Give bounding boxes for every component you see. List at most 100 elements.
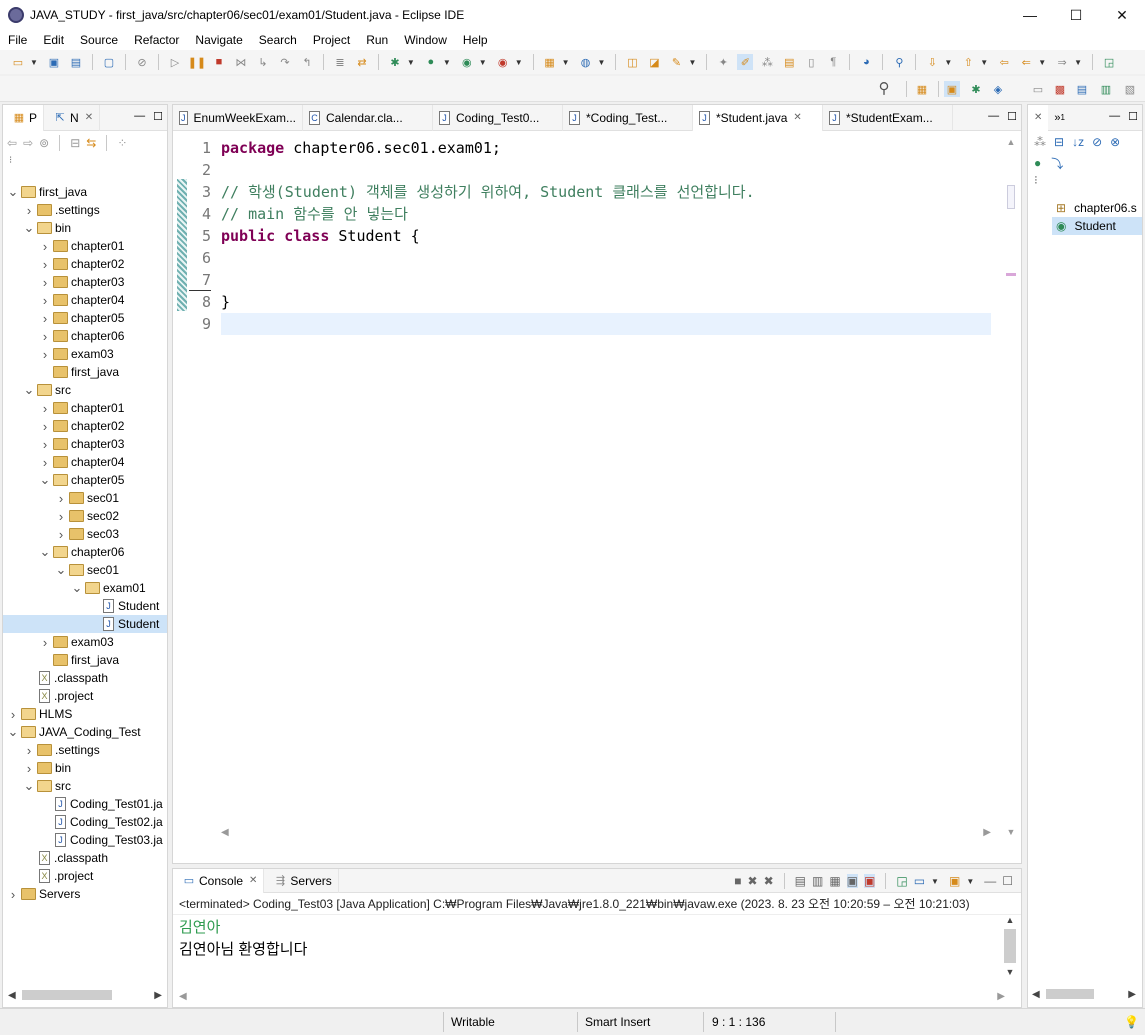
show-whitespace-icon[interactable]: ⁂ xyxy=(759,54,775,70)
tree-item[interactable]: › sec03 xyxy=(3,525,167,543)
chevron-right-icon[interactable]: › xyxy=(7,887,19,902)
maximize-view-icon[interactable]: ☐ xyxy=(1002,874,1013,888)
tree-item[interactable]: first_java xyxy=(3,651,167,669)
hide-static-icon[interactable]: ⊗ xyxy=(1110,135,1120,149)
dropdown-arrow-icon[interactable]: ▼ xyxy=(944,58,952,67)
save-all-icon[interactable]: ▤ xyxy=(68,54,84,70)
word-wrap-icon[interactable]: ▦ xyxy=(829,874,840,888)
editor-tab[interactable]: J *StudentExam... xyxy=(823,104,953,131)
chevron-down-icon[interactable]: ⌄ xyxy=(7,724,19,740)
clear-console-icon[interactable]: ▤ xyxy=(795,874,806,888)
tree-item[interactable]: › chapter02 xyxy=(3,417,167,435)
dropdown-arrow-icon[interactable]: ▼ xyxy=(30,58,38,67)
tree-item[interactable]: › exam03 xyxy=(3,633,167,651)
disconnect-icon[interactable]: ⋈ xyxy=(233,54,249,70)
close-icon[interactable]: ✕ xyxy=(249,875,257,886)
dropdown-arrow-icon[interactable]: ▼ xyxy=(1074,58,1082,67)
tree-item[interactable]: › sec01 xyxy=(3,489,167,507)
search-tool-icon[interactable]: ✎ xyxy=(668,54,684,70)
tree-item[interactable]: › chapter01 xyxy=(3,237,167,255)
tree-item[interactable]: ⌄ first_java xyxy=(3,183,167,201)
chevron-right-icon[interactable]: › xyxy=(39,419,51,434)
open-perspective-icon[interactable]: ▦ xyxy=(914,81,930,97)
dropdown-arrow-icon[interactable]: ▼ xyxy=(443,58,451,67)
tab-outline[interactable]: ✕ xyxy=(1028,104,1049,131)
editor-tab[interactable]: J *Coding_Test... xyxy=(563,104,693,131)
tree-item[interactable]: › .settings xyxy=(3,741,167,759)
maximize-editor-icon[interactable]: ☐ xyxy=(1007,110,1017,123)
display-console-icon[interactable]: ▭ xyxy=(914,874,925,888)
scroll-up-icon[interactable]: ▲ xyxy=(1003,915,1017,925)
link-editor-icon[interactable]: ⇆ xyxy=(86,136,96,150)
scroll-right-icon[interactable]: ▶ xyxy=(983,827,991,838)
tree-item[interactable]: X .classpath xyxy=(3,849,167,867)
tree-item[interactable]: › Servers xyxy=(3,885,167,903)
tree-item[interactable]: › chapter03 xyxy=(3,435,167,453)
tree-item[interactable]: J Student xyxy=(3,615,167,633)
code-editor[interactable]: 1 2 3 4 5 6 7 8 9 package chapter06.sec01.exam01… xyxy=(173,131,1021,841)
tree-item[interactable]: › chapter04 xyxy=(3,453,167,471)
hide-local-types-icon[interactable]: ⤵ xyxy=(1051,155,1063,172)
editor-tab[interactable]: C Calendar.cla... xyxy=(303,104,433,131)
view-icon[interactable]: ▩ xyxy=(1052,81,1068,97)
refactor-icon[interactable]: ⇄ xyxy=(354,54,370,70)
close-button[interactable]: ✕ xyxy=(1099,0,1145,30)
tree-item[interactable]: › .settings xyxy=(3,201,167,219)
tab-overflow[interactable]: » 1 xyxy=(1048,105,1071,131)
hide-fields-icon[interactable]: ⊘ xyxy=(1092,135,1102,149)
back-icon[interactable]: ⇐ xyxy=(1018,54,1034,70)
editor-tab[interactable]: J Coding_Test0... xyxy=(433,104,563,131)
dropdown-arrow-icon[interactable]: ▼ xyxy=(407,58,415,67)
pin-icon[interactable]: ⚲ xyxy=(891,54,907,70)
menu-source[interactable]: Source xyxy=(72,33,126,47)
chevron-down-icon[interactable]: ⌄ xyxy=(23,220,35,236)
tree-item[interactable]: X .classpath xyxy=(3,669,167,687)
chevron-down-icon[interactable]: ⌄ xyxy=(39,544,51,560)
tree-item[interactable]: ⌄ bin xyxy=(3,219,167,237)
step-into-icon[interactable]: ↳ xyxy=(255,54,271,70)
chevron-down-icon[interactable]: ⌄ xyxy=(55,562,67,578)
scroll-down-icon[interactable]: ▼ xyxy=(1003,967,1017,977)
new-class-icon[interactable]: ◍ xyxy=(578,54,594,70)
tree-item[interactable]: ⌄ src xyxy=(3,381,167,399)
open-type-icon[interactable]: ◫ xyxy=(624,54,640,70)
tree-item[interactable]: › exam03 xyxy=(3,345,167,363)
step-over-icon[interactable]: ↷ xyxy=(277,54,293,70)
chevron-right-icon[interactable]: › xyxy=(39,239,51,254)
lightbulb-icon[interactable]: 💡 xyxy=(1124,1015,1139,1029)
skip-breakpoints-icon[interactable]: ⊘ xyxy=(134,54,150,70)
tree-item[interactable]: › chapter06 xyxy=(3,327,167,345)
dropdown-arrow-icon[interactable]: ▼ xyxy=(515,58,523,67)
chevron-right-icon[interactable]: › xyxy=(55,527,67,542)
pilcrow-icon[interactable]: ¶ xyxy=(825,54,841,70)
chevron-down-icon[interactable]: ⌄ xyxy=(23,778,35,794)
scroll-thumb[interactable] xyxy=(1045,989,1094,1000)
chevron-right-icon[interactable]: › xyxy=(39,635,51,650)
tree-item[interactable]: ⌄ chapter06 xyxy=(3,543,167,561)
dropdown-arrow-icon[interactable]: ▼ xyxy=(598,58,606,67)
terminate-icon[interactable]: ■ xyxy=(734,874,741,888)
menu-window[interactable]: Window xyxy=(396,33,455,47)
tree-item[interactable]: › chapter05 xyxy=(3,309,167,327)
tree-item[interactable]: ⌄ chapter05 xyxy=(3,471,167,489)
tree-item[interactable]: › chapter04 xyxy=(3,291,167,309)
show-on-error-icon[interactable]: ▣ xyxy=(864,874,876,888)
maximize-view-icon[interactable]: ☐ xyxy=(153,110,163,123)
remove-all-icon[interactable]: ✖ xyxy=(764,874,774,888)
chevron-right-icon[interactable]: › xyxy=(39,437,51,452)
maximize-button[interactable]: ☐ xyxy=(1053,0,1099,30)
scroll-left-icon[interactable]: ◀ xyxy=(8,990,16,1001)
editor-tab[interactable]: J EnumWeekExam... xyxy=(173,104,303,131)
tree-item[interactable]: › chapter02 xyxy=(3,255,167,273)
outline-item-package[interactable]: ⊞ chapter06.s xyxy=(1028,199,1142,217)
minimize-button[interactable]: — xyxy=(1007,0,1053,30)
tree-item[interactable]: J Coding_Test03.ja xyxy=(3,831,167,849)
debug-perspective-icon[interactable]: ✱ xyxy=(968,81,984,97)
tree-item[interactable]: › sec02 xyxy=(3,507,167,525)
up-icon[interactable]: ⊚ xyxy=(39,136,49,150)
minimize-view-icon[interactable]: — xyxy=(984,874,996,888)
editor-vertical-scrollbar[interactable]: ▲ ▼ xyxy=(1005,137,1017,837)
chevron-right-icon[interactable]: › xyxy=(55,509,67,524)
outline-horizontal-scrollbar[interactable]: ◀ ▶ xyxy=(1028,989,1142,1003)
scroll-down-icon[interactable]: ▼ xyxy=(1005,827,1017,837)
